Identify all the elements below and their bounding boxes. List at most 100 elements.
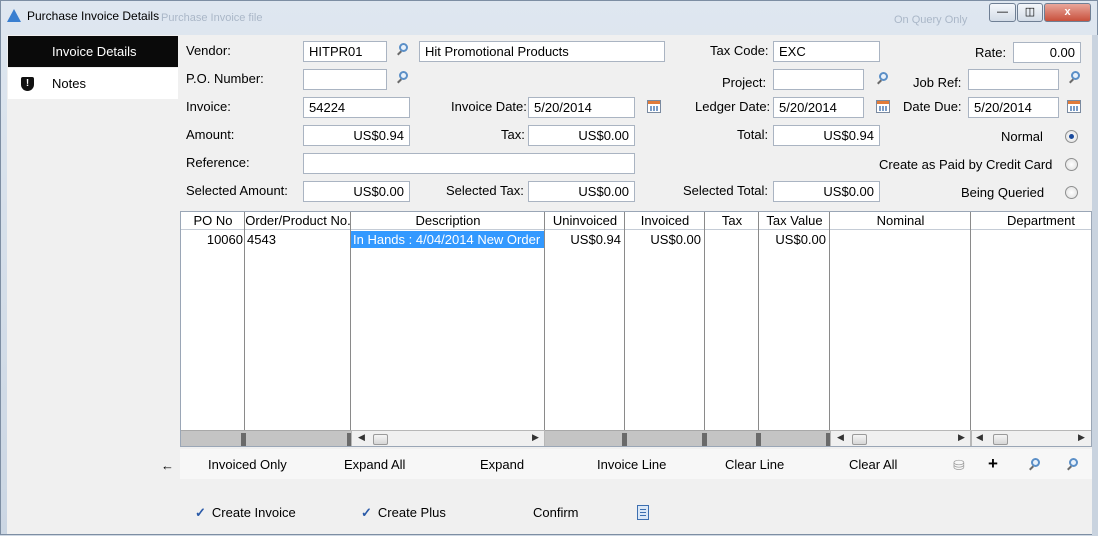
invoiced-only-button[interactable]: Invoiced Only (208, 457, 287, 472)
create-plus-button[interactable]: ✓ Create Plus (361, 505, 446, 521)
window-edge (1092, 35, 1098, 536)
invoice-lines-grid[interactable]: PO No Order/Product No. Description Unin… (180, 211, 1092, 447)
clear-line-button[interactable]: Clear Line (725, 457, 784, 472)
column-header[interactable]: PO No (181, 212, 245, 230)
total-field[interactable]: US$0.94 (773, 125, 880, 146)
zoom-in-icon[interactable] (1028, 458, 1042, 472)
table-cell-invoiced[interactable]: US$0.00 (625, 231, 701, 248)
date-due-calendar-icon[interactable] (1067, 100, 1081, 113)
table-cell-department[interactable] (971, 231, 1091, 248)
document-icon[interactable] (637, 505, 649, 520)
tax-code-label: Tax Code: (710, 43, 769, 58)
tax-code-field[interactable]: EXC (773, 41, 880, 62)
table-cell-tax[interactable] (705, 231, 757, 248)
status-normal-label: Normal (1001, 129, 1043, 144)
project-label: Project: (722, 75, 767, 90)
scroll-left-icon[interactable]: ◀ (976, 432, 983, 443)
scroll-right-icon[interactable]: ▶ (532, 432, 539, 443)
po-number-field[interactable] (303, 69, 387, 90)
sidebar-item-notes[interactable]: ! Notes (8, 68, 178, 99)
job-ref-field[interactable] (968, 69, 1059, 90)
back-arrow-icon[interactable]: ← (161, 458, 174, 473)
confirm-button[interactable]: Confirm (533, 505, 579, 520)
column-header[interactable]: Department (971, 212, 1091, 230)
po-number-label: P.O. Number: (186, 71, 264, 86)
close-button[interactable]: x (1044, 3, 1091, 22)
ledger-date-field[interactable]: 5/20/2014 (773, 97, 864, 118)
selected-amount-field[interactable]: US$0.00 (303, 181, 410, 202)
vendor-label: Vendor: (186, 43, 231, 58)
scrollbar-thumb[interactable] (373, 434, 388, 445)
invoice-date-field[interactable]: 5/20/2014 (528, 97, 635, 118)
description-horizontal-scrollbar[interactable]: ◀ ▶ (351, 430, 545, 446)
window-title: Purchase Invoice Details (27, 9, 160, 23)
job-ref-label: Job Ref: (913, 75, 962, 90)
table-cell-uninvoiced[interactable]: US$0.94 (545, 231, 621, 248)
column-header[interactable]: Invoiced (625, 212, 705, 230)
app-icon (7, 9, 21, 22)
selected-total-field[interactable]: US$0.00 (773, 181, 880, 202)
po-search-icon[interactable] (396, 71, 410, 85)
amount-label: Amount: (186, 127, 235, 142)
plus-icon[interactable]: + (988, 454, 998, 474)
status-queried-radio[interactable] (1065, 186, 1078, 199)
job-ref-search-icon[interactable] (1068, 71, 1082, 85)
selected-tax-field[interactable]: US$0.00 (528, 181, 635, 202)
scrollbar-segment (181, 430, 352, 446)
minimize-button[interactable]: — (989, 3, 1016, 22)
table-cell-po-no[interactable]: 10060 (181, 231, 243, 248)
scroll-right-icon[interactable]: ▶ (958, 432, 965, 443)
scroll-right-icon[interactable]: ▶ (1078, 432, 1085, 443)
invoice-date-calendar-icon[interactable] (647, 100, 661, 113)
reference-label: Reference: (186, 155, 250, 170)
checkmark-icon: ✓ (195, 505, 206, 520)
invoice-field[interactable]: 54224 (303, 97, 410, 118)
amount-field[interactable]: US$0.94 (303, 125, 410, 146)
department-horizontal-scrollbar[interactable]: ◀ ▶ (971, 430, 1091, 446)
zoom-out-icon[interactable] (1066, 458, 1080, 472)
scrollbar-segment (545, 430, 831, 446)
status-credit-card-radio[interactable] (1065, 158, 1078, 171)
project-field[interactable] (773, 69, 864, 90)
column-header[interactable]: Description (351, 212, 545, 230)
scrollbar-thumb[interactable] (852, 434, 867, 445)
restore-button[interactable]: ◫ (1017, 3, 1043, 22)
table-cell-description[interactable]: In Hands : 4/04/2014 New Order (351, 231, 544, 248)
invoice-line-button[interactable]: Invoice Line (597, 457, 666, 472)
tax-label: Tax: (501, 127, 525, 142)
column-header[interactable]: Nominal (830, 212, 971, 230)
scroll-left-icon[interactable]: ◀ (358, 432, 365, 443)
column-header[interactable]: Tax Value (759, 212, 830, 230)
vendor-name-field[interactable]: Hit Promotional Products (419, 41, 665, 62)
grid-toolbar: Invoiced Only Expand All Expand Invoice … (180, 449, 1092, 479)
status-normal-radio[interactable] (1065, 130, 1078, 143)
sidebar: Invoice Details ! Notes (8, 36, 178, 100)
expand-all-button[interactable]: Expand All (344, 457, 405, 472)
expand-button[interactable]: Expand (480, 457, 524, 472)
table-cell-order-no[interactable]: 4543 (247, 231, 347, 248)
purchase-invoice-window: Purchase Invoice Details Purchase Invoic… (0, 0, 1098, 536)
reference-field[interactable] (303, 153, 635, 174)
create-invoice-button[interactable]: ✓ Create Invoice (195, 505, 296, 521)
tax-field[interactable]: US$0.00 (528, 125, 635, 146)
date-due-field[interactable]: 5/20/2014 (968, 97, 1059, 118)
vendor-search-icon[interactable] (396, 43, 410, 57)
background-title-text: Purchase Invoice file (161, 12, 263, 24)
invoice-label: Invoice: (186, 99, 231, 114)
clear-all-button[interactable]: Clear All (849, 457, 897, 472)
nominal-horizontal-scrollbar[interactable]: ◀ ▶ (830, 430, 971, 446)
ledger-date-calendar-icon[interactable] (876, 100, 890, 113)
create-plus-label: Create Plus (377, 505, 446, 520)
column-header[interactable]: Order/Product No. (245, 212, 351, 230)
scrollbar-thumb[interactable] (993, 434, 1008, 445)
column-header[interactable]: Uninvoiced (545, 212, 625, 230)
sidebar-item-invoice-details[interactable]: Invoice Details (8, 36, 178, 67)
column-header[interactable]: Tax (705, 212, 759, 230)
vendor-code-field[interactable]: HITPR01 (303, 41, 387, 62)
table-cell-tax-value[interactable]: US$0.00 (759, 231, 826, 248)
table-cell-nominal[interactable] (830, 231, 968, 248)
scroll-left-icon[interactable]: ◀ (837, 432, 844, 443)
rate-field[interactable]: 0.00 (1013, 42, 1081, 63)
binoculars-icon[interactable]: ⛁ (953, 457, 965, 474)
project-search-icon[interactable] (876, 72, 890, 86)
